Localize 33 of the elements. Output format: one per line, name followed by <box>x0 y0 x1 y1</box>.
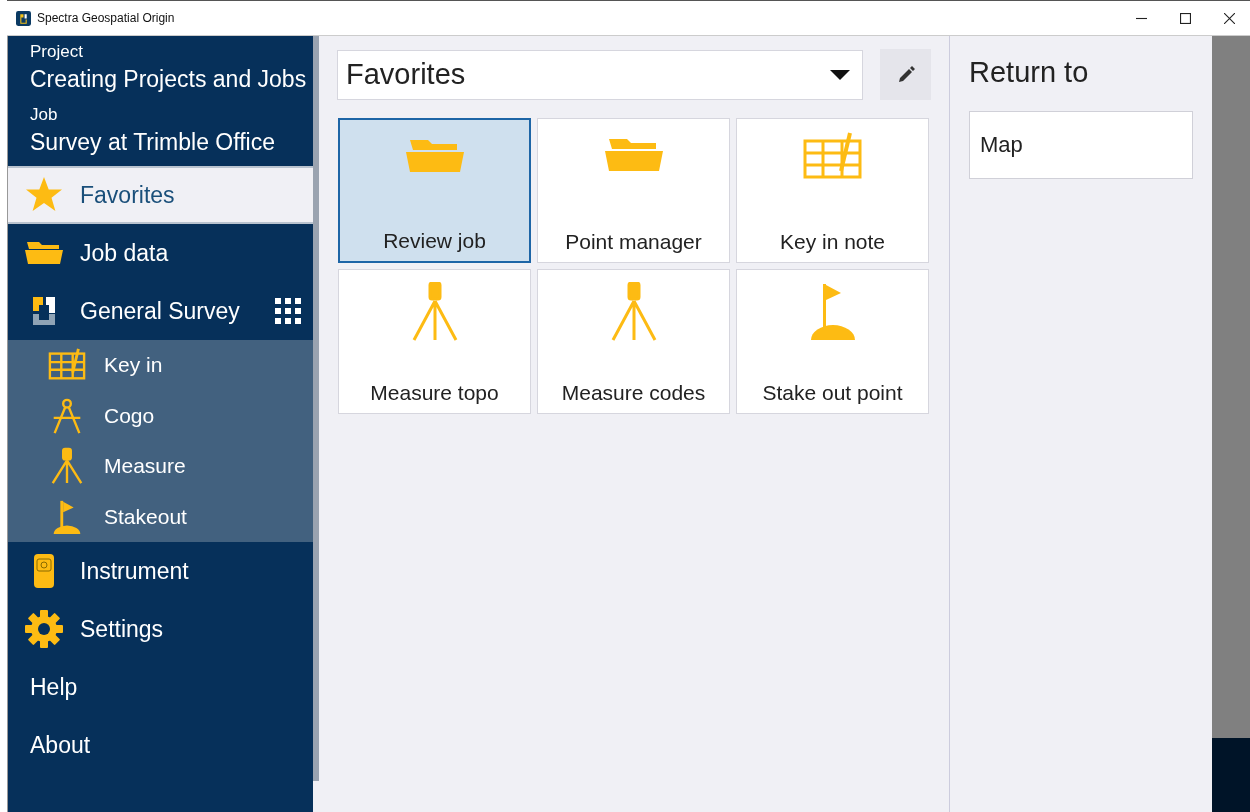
app-icon <box>16 10 31 26</box>
dropdown[interactable]: Favorites <box>337 49 863 100</box>
nav-subitem[interactable]: Measure <box>8 441 313 492</box>
maximize-icon[interactable] <box>1180 12 1191 24</box>
tile[interactable]: Measure codes <box>537 269 730 414</box>
project-label: Project <box>30 42 84 62</box>
tile[interactable]: Stake out point <box>736 269 929 414</box>
job-name: Survey at Trimble Office <box>30 129 276 156</box>
scrollbar[interactable] <box>313 36 319 781</box>
nav-item[interactable]: Settings <box>8 600 313 658</box>
window-title: Spectra Geospatial Origin <box>37 11 175 25</box>
panel-title: Return to <box>969 56 1090 89</box>
edit-button[interactable] <box>880 49 931 100</box>
tile[interactable]: Review job <box>338 118 531 263</box>
job-label: Job <box>30 105 59 125</box>
nav-item[interactable]: Favorites <box>8 166 313 224</box>
nav-item[interactable]: Job data <box>8 224 313 282</box>
caret-icon <box>830 69 850 80</box>
nav-item[interactable]: Help <box>8 658 313 716</box>
nav-item[interactable]: Instrument <box>8 542 313 600</box>
tile[interactable]: Point manager <box>537 118 730 263</box>
nav-item[interactable]: About <box>8 716 313 774</box>
nav-item[interactable]: General Survey <box>8 282 313 340</box>
tile[interactable]: Measure topo <box>338 269 531 414</box>
tile[interactable]: Key in note <box>736 118 929 263</box>
close-icon[interactable] <box>1224 12 1235 24</box>
project-name: Creating Projects and Jobs <box>30 66 308 93</box>
settings-icon <box>24 609 64 649</box>
nav-subitem[interactable]: Cogo <box>8 390 313 441</box>
nav-subitem[interactable]: Stakeout <box>8 491 313 542</box>
nav-subitem[interactable]: Key in <box>8 340 313 391</box>
return-item[interactable]: Map <box>969 111 1193 179</box>
grid-icon[interactable] <box>275 298 301 324</box>
